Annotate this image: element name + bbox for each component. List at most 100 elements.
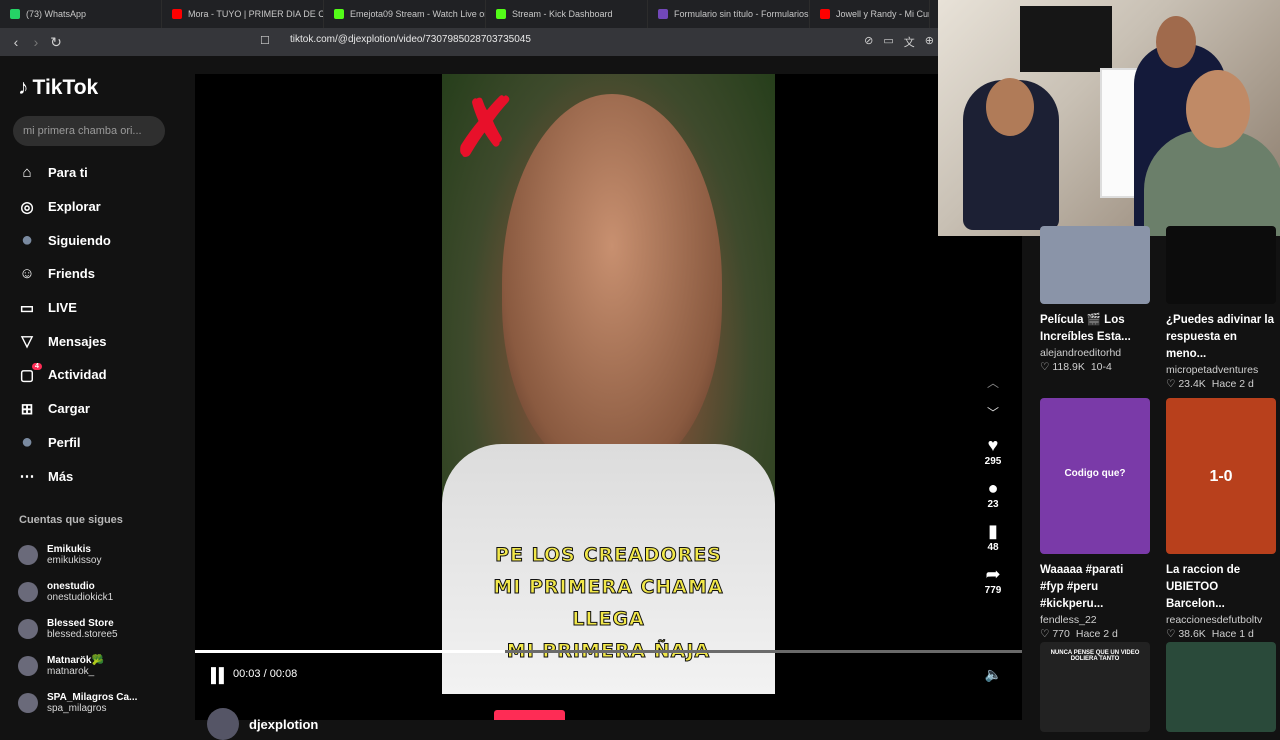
comment-icon[interactable]: ● [988,477,999,499]
share-icon[interactable]: ➦ [985,563,1000,585]
cast-icon[interactable]: ▭ [883,34,893,50]
nav-label: Actividad [48,367,107,383]
account-text: Blessed Store blessed.storee5 [47,618,118,640]
video-thumbnail[interactable] [1166,226,1276,304]
account-avatar[interactable] [18,655,38,676]
video-thumbnail[interactable]: 1-0 [1166,398,1276,554]
nav-item-siguiendo[interactable]: ● Siguiendo [18,223,111,257]
translate-icon[interactable]: 文 [904,34,915,50]
zoom-icon[interactable]: ⊕ [925,34,934,50]
webcam-overlay [938,0,1280,236]
search-input[interactable]: mi primera chamba ori... [13,116,165,146]
bookmark-save-icon[interactable]: ▮ [988,520,998,542]
reload-icon[interactable]: ↻ [46,34,66,51]
account-avatar[interactable] [18,544,38,565]
video-author-handle[interactable]: micropetadventures [1166,364,1276,376]
following-account[interactable]: Emikukis emikukissoy [18,536,137,573]
heart-icon[interactable]: ♥ [988,434,999,456]
video-title[interactable]: ¿Puedes adivinar la respuesta en meno... [1166,312,1276,363]
views-group: ♡ 38.6K [1166,628,1206,640]
browser-tab[interactable]: (73) WhatsApp [0,0,162,28]
nav-item-explorar[interactable]: ◎ Explorar [18,190,111,224]
nav-item-cargar[interactable]: ⊞ Cargar [18,392,111,426]
person-left-head [986,78,1034,136]
video-author[interactable]: djexplotion [207,708,318,740]
account-avatar[interactable] [18,581,38,602]
upload-icon: ⊞ [20,400,34,418]
video-meta: ♡ 38.6K Hace 1 d [1166,628,1276,640]
video-thumbnail[interactable]: NUNCA PENSE QUE UN VIDEO DOLIERA TANTO [1040,642,1150,732]
author-name[interactable]: djexplotion [249,717,318,732]
browser-tab[interactable]: Emejota09 Stream - Watch Live on K [324,0,486,28]
nav-item-para-ti[interactable]: ⌂ Para ti [18,156,111,190]
progress-bar[interactable] [195,650,1022,653]
video-author-handle[interactable]: alejandroeditorhd [1040,347,1150,359]
forward-icon[interactable]: › [26,34,46,50]
video-controls: ▌▌ 00:03 / 00:08 🔈 djexplotion [195,650,1022,740]
recommended-video-card[interactable] [1166,642,1276,732]
video-title[interactable]: Película 🎬 Los Increíbles Esta... [1040,312,1150,346]
account-name: Blessed Store [47,617,114,629]
tiktok-logo[interactable]: ♪ TikTok [18,76,98,100]
nav-label: Friends [48,266,95,282]
recommended-video-card[interactable]: ¿Puedes adivinar la respuesta en meno...… [1166,226,1276,390]
author-avatar[interactable] [207,708,239,740]
chevron-up-icon[interactable]: ︿ [987,368,999,398]
video-title[interactable]: La raccion de UBIETOO Barcelon... [1166,562,1276,613]
tab-label: Formulario sin título - Formularios de [674,9,810,19]
video-player[interactable]: ✗ PE LOS CREADORES MI PRIMERA CHAMA LLEG… [195,74,1022,740]
tab-label: Stream - Kick Dashboard [512,9,613,19]
browser-tab[interactable]: Stream - Kick Dashboard [486,0,648,28]
bookmark-icon[interactable]: ☐ [260,34,270,47]
mute-site-icon[interactable]: ⊘ [864,34,873,50]
nav-item-actividad[interactable]: ▢ 4 Actividad [18,358,111,392]
following-avatar-icon: ● [20,228,34,251]
following-account[interactable]: Matnarök🥦 matnarok_ [18,647,137,684]
following-list: Emikukis emikukissoy onestudio onestudiokic… [18,536,137,721]
pause-icon[interactable]: ▌▌ [211,667,229,683]
browser-tab[interactable]: Mora - TUYO | PRIMER DIA DE CLASE [162,0,324,28]
following-account[interactable]: SPA_Milagros Ca... spa_milagros [18,684,137,721]
video-thumbnail[interactable]: Codigo que? [1040,398,1150,554]
nav-item-live[interactable]: ▭ LIVE [18,291,111,325]
nav-item-perfil[interactable]: ● Perfil [18,426,111,460]
back-icon[interactable]: ‹ [6,34,26,50]
views-heart-icon: ♡ [1040,628,1050,640]
video-author-handle[interactable]: reaccionesdefutboltv [1166,614,1276,626]
video-thumbnail[interactable] [1166,642,1276,732]
tab-favicon-icon [820,9,830,19]
video-title[interactable]: Waaaaa #parati #fyp #peru #kickperu... [1040,562,1150,613]
view-count: 118.9K [1052,361,1085,373]
browser-tab[interactable]: Formulario sin título - Formularios de [648,0,810,28]
video-thumbnail[interactable] [1040,226,1150,304]
view-count: 23.4K [1178,378,1206,390]
post-date: 10-4 [1090,361,1112,373]
view-count: 770 [1052,628,1070,640]
address-bar: ‹ › ↻ ☐ tiktok.com/@djexplotion/video/73… [0,28,940,56]
like-count: 295 [984,456,1002,467]
views-group: ♡ 770 [1040,628,1070,640]
recommended-video-card[interactable]: Codigo que? Waaaaa #parati #fyp #peru #ki… [1040,398,1150,640]
recommended-video-card[interactable]: Película 🎬 Los Increíbles Esta... alejand… [1040,226,1150,373]
following-account[interactable]: Blessed Store blessed.storee5 [18,610,137,647]
tab-favicon-icon [658,9,668,19]
tiktok-note-icon: ♪ [18,76,29,99]
following-account[interactable]: onestudio onestudiokick1 [18,573,137,610]
video-author-handle[interactable]: fendless_22 [1040,614,1150,626]
recommended-video-card[interactable]: NUNCA PENSE QUE UN VIDEO DOLIERA TANTO [1040,642,1150,732]
browser-tab[interactable]: Jowell y Randy - Mi Cumple [810,0,930,28]
follow-button[interactable] [494,710,565,720]
nav-item-mensajes[interactable]: ▽ Mensajes [18,324,111,358]
views-group: ♡ 118.9K [1040,361,1085,373]
account-avatar[interactable] [18,618,38,639]
chevron-down-icon[interactable]: ﹀ [987,398,999,428]
nav-item-más[interactable]: ⋯ Más [18,459,111,493]
video-frame[interactable]: ✗ PE LOS CREADORES MI PRIMERA CHAMA LLEG… [442,74,775,694]
home-icon: ⌂ [22,164,32,182]
url-field[interactable]: tiktok.com/@djexplotion/video/7307985028… [290,34,531,45]
volume-icon[interactable]: 🔈 [985,666,1002,683]
account-avatar[interactable] [18,692,38,713]
recommended-video-card[interactable]: 1-0 La raccion de UBIETOO Barcelon... reac… [1166,398,1276,640]
nav-item-friends[interactable]: ☺ Friends [18,257,111,291]
person-standing-head [1156,16,1196,68]
